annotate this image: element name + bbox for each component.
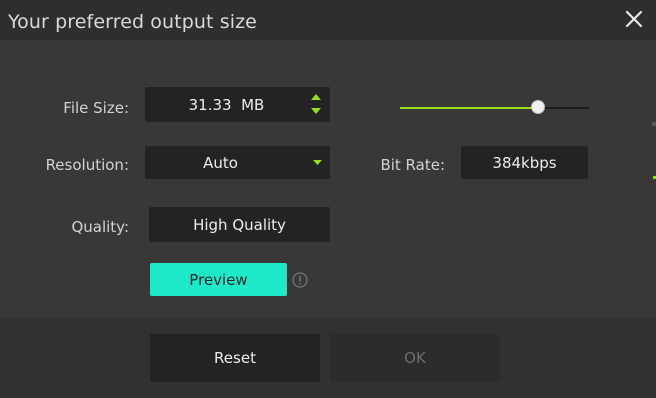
dialog-title: Your preferred output size xyxy=(8,11,257,33)
quality-value: High Quality xyxy=(193,215,286,234)
edge-divider xyxy=(652,122,656,126)
dialog-titlebar: Your preferred output size xyxy=(0,0,656,40)
close-icon[interactable] xyxy=(622,7,646,31)
reset-label: Reset xyxy=(214,349,256,367)
file-size-stepper[interactable] xyxy=(310,93,322,115)
stepper-up-icon xyxy=(311,94,321,100)
resolution-dropdown[interactable]: Auto xyxy=(145,146,330,179)
preview-button[interactable]: Preview xyxy=(150,263,287,296)
ok-label: OK xyxy=(404,349,426,367)
preview-label: Preview xyxy=(189,270,248,289)
ok-button[interactable]: OK xyxy=(330,334,500,382)
bit-rate-field[interactable]: 384kbps xyxy=(461,146,588,179)
bit-rate-label: Bit Rate: xyxy=(380,156,445,174)
reset-button[interactable]: Reset xyxy=(150,334,320,382)
quality-label: Quality: xyxy=(71,218,129,236)
dialog-body xyxy=(0,40,656,318)
file-size-value: 31.33 MB xyxy=(188,95,265,114)
file-size-label: File Size: xyxy=(63,99,129,117)
slider-fill xyxy=(400,107,538,109)
info-icon[interactable] xyxy=(292,272,308,288)
quality-field[interactable]: High Quality xyxy=(149,207,330,242)
slider-thumb[interactable] xyxy=(530,100,545,114)
bit-rate-value: 384kbps xyxy=(492,153,557,172)
file-size-slider[interactable] xyxy=(400,100,589,114)
resolution-label: Resolution: xyxy=(45,156,129,174)
file-size-field[interactable]: 31.33 MB xyxy=(145,87,330,122)
dialog-footer xyxy=(0,318,656,398)
stepper-down-icon xyxy=(311,108,321,114)
dropdown-arrow-icon xyxy=(313,160,322,165)
resolution-value: Auto xyxy=(203,153,238,172)
